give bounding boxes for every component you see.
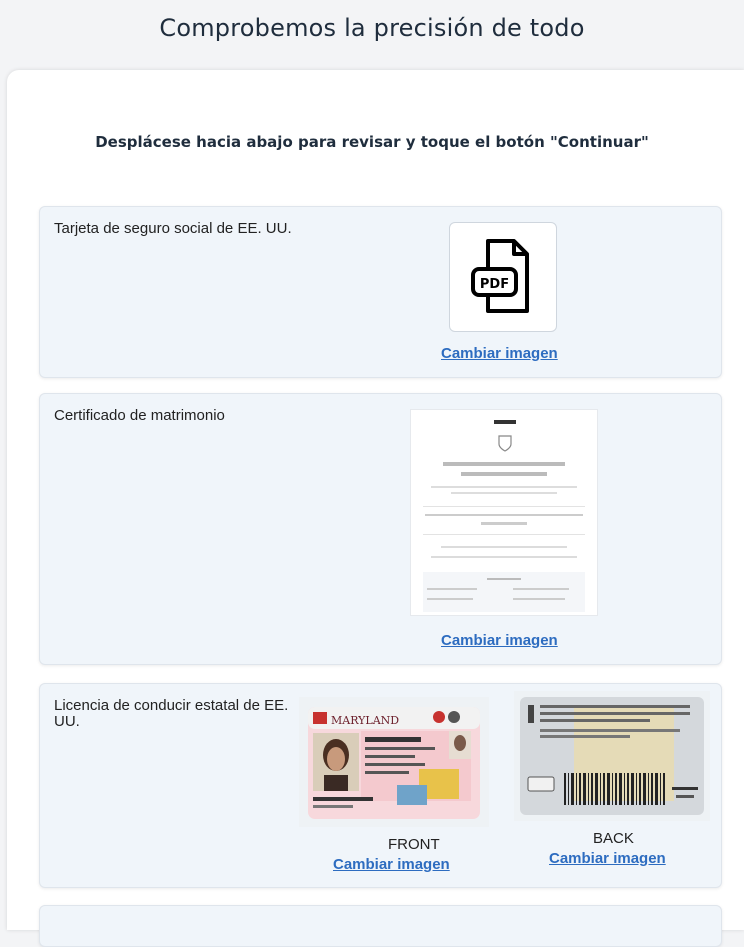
license-back-image[interactable] xyxy=(514,691,710,821)
license-front-image[interactable]: MARYLAND xyxy=(299,697,489,827)
document-card-next xyxy=(39,905,722,947)
pdf-thumbnail[interactable]: PDF xyxy=(449,222,557,332)
change-image-link[interactable]: Cambiar imagen xyxy=(441,345,558,362)
document-label: Tarjeta de seguro social de EE. UU. xyxy=(54,220,292,237)
instructions-text: Desplácese hacia abajo para revisar y to… xyxy=(95,133,649,151)
change-image-link[interactable]: Cambiar imagen xyxy=(441,632,558,649)
change-front-image-link[interactable]: Cambiar imagen xyxy=(333,856,450,873)
license-state-text: MARYLAND xyxy=(331,714,399,727)
page-title: Comprobemos la precisión de todo xyxy=(159,14,585,42)
document-card-marriage-certificate: Certificado de matrimonio Cambiar imagen xyxy=(39,393,722,665)
back-side-label: BACK xyxy=(593,830,634,847)
change-back-image-link[interactable]: Cambiar imagen xyxy=(549,850,666,867)
document-label: Licencia de conducir estatal de EE. UU. xyxy=(54,697,289,730)
document-card-drivers-license: Licencia de conducir estatal de EE. UU. … xyxy=(39,683,722,888)
front-side-label: FRONT xyxy=(388,836,440,853)
license-back-graphic xyxy=(520,697,704,815)
document-label: Certificado de matrimonio xyxy=(54,407,225,424)
document-image-preview[interactable] xyxy=(410,409,598,616)
license-front-graphic: MARYLAND xyxy=(308,707,480,819)
pdf-icon-text: PDF xyxy=(480,277,509,292)
pdf-file-icon: PDF xyxy=(471,239,529,313)
document-card-social-security: Tarjeta de seguro social de EE. UU. PDF … xyxy=(39,206,722,378)
document-preview-graphic xyxy=(423,420,585,612)
